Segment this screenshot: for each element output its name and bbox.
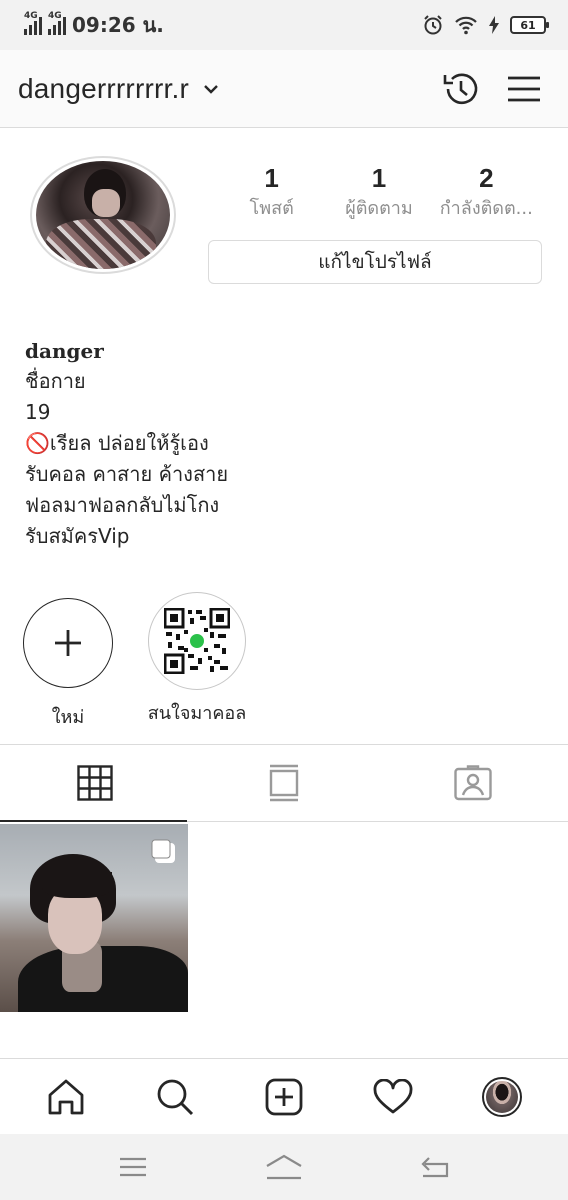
following-count: 2	[479, 163, 494, 193]
multiple-photos-icon	[151, 839, 175, 863]
posts-label: โพสต์	[249, 198, 294, 219]
nav-activity[interactable]	[363, 1067, 423, 1127]
bio-line: รับสมัครVip	[25, 524, 130, 548]
bio-line: ฟอลมาฟอลกลับไม่โกง	[25, 493, 220, 517]
nav-new-post[interactable]	[254, 1067, 314, 1127]
nav-profile[interactable]	[472, 1067, 532, 1127]
posts-count: 1	[264, 163, 279, 193]
qr-code-icon	[163, 607, 231, 675]
chevron-down-icon[interactable]	[203, 84, 219, 94]
grid-icon	[76, 765, 113, 801]
plus-icon	[55, 630, 81, 656]
status-left: 4G 4G 09:26 น.	[24, 9, 164, 41]
following-label: กำลังติดต...	[439, 198, 533, 219]
bio-line: ชื่อกาย	[25, 369, 86, 393]
post-thumbnail[interactable]	[0, 824, 188, 1012]
clock: 09:26 น.	[72, 13, 164, 37]
highlight-label: ใหม่	[51, 707, 85, 728]
feed-icon	[269, 764, 299, 802]
tab-feed[interactable]	[189, 745, 378, 821]
nav-home[interactable]	[36, 1067, 96, 1127]
status-right: 61	[422, 14, 549, 36]
stat-following[interactable]: 2 กำลังติดต...	[433, 162, 540, 224]
back-icon[interactable]	[420, 1154, 450, 1180]
alarm-icon	[424, 15, 442, 35]
followers-label: ผู้ติดตาม	[345, 198, 413, 219]
wifi-icon	[455, 16, 477, 35]
account-username[interactable]: dangerrrrrrrr.r	[18, 73, 189, 105]
profile-stats: 1 โพสต์ 1 ผู้ติดตาม 2 กำลังติดต...	[218, 162, 540, 224]
new-post-icon	[265, 1078, 303, 1115]
status-bar: 4G 4G 09:26 น. 61	[0, 0, 568, 50]
stat-followers[interactable]: 1 ผู้ติดตาม	[325, 162, 432, 224]
followers-count: 1	[371, 163, 387, 193]
tab-tagged[interactable]	[379, 745, 568, 821]
highlight-qr[interactable]: สนใจมาคอล	[137, 592, 257, 727]
bio-line: 🚫เรียล ปล่อยให้รู้เอง	[25, 431, 209, 455]
tab-grid[interactable]	[0, 745, 189, 822]
profile-tabs	[0, 744, 568, 822]
avatar-photo	[36, 161, 170, 269]
network-type-1: 4G	[24, 11, 38, 21]
profile-bio: danger ชื่อกาย 19 🚫เรียล ปล่อยให้รู้เอง …	[25, 336, 545, 552]
signal-icon-2: 4G	[48, 11, 66, 35]
charging-icon	[489, 16, 499, 34]
menu-button[interactable]	[502, 67, 546, 111]
system-navigation	[0, 1134, 568, 1200]
signal-icon-1: 4G	[24, 11, 42, 35]
history-icon	[443, 73, 478, 104]
search-icon	[157, 1079, 194, 1115]
display-name: danger	[25, 339, 104, 363]
home-icon[interactable]	[264, 1153, 304, 1181]
profile-avatar-icon	[481, 1076, 522, 1117]
battery-level: 61	[520, 18, 536, 32]
tagged-icon	[454, 765, 493, 801]
nav-search[interactable]	[145, 1067, 205, 1127]
hamburger-menu-icon	[508, 76, 540, 101]
bio-line: 19	[25, 400, 51, 424]
bottom-navigation	[0, 1058, 568, 1134]
highlight-new[interactable]: ใหม่	[8, 592, 128, 731]
profile-top-bar: dangerrrrrrrr.r	[0, 50, 568, 128]
battery-icon: 61	[510, 16, 549, 34]
profile-avatar[interactable]	[30, 156, 176, 274]
network-type-2: 4G	[48, 11, 62, 21]
bio-line: รับคอล คาสาย ค้างสาย	[25, 462, 229, 486]
highlight-label: สนใจมาคอล	[147, 703, 247, 724]
home-icon	[48, 1079, 84, 1114]
edit-profile-button[interactable]: แก้ไขโปรไฟล์	[208, 240, 542, 284]
new-highlight-circle[interactable]	[23, 598, 113, 688]
activity-heart-icon	[373, 1078, 413, 1113]
stat-posts[interactable]: 1 โพสต์	[218, 162, 325, 224]
recents-icon[interactable]	[118, 1156, 148, 1178]
archive-button[interactable]	[438, 67, 482, 111]
highlight-cover[interactable]	[148, 592, 246, 690]
